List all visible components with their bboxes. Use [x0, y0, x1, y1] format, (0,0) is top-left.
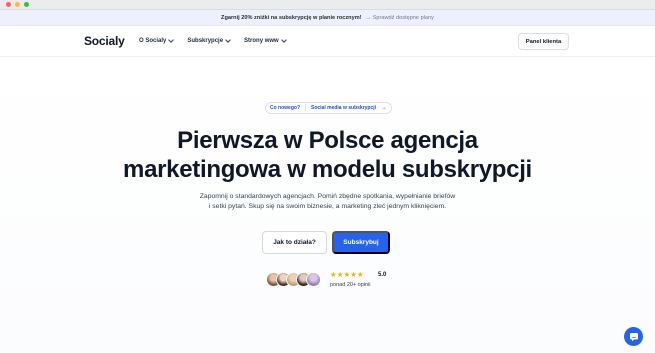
rating-value: 5.0 — [378, 272, 387, 278]
close-window-icon[interactable] — [6, 2, 11, 7]
menu-item-subskrypcje[interactable]: Subskrypcje — [187, 37, 231, 44]
description-line-2: i setki pytań. Skup się na swoim biznesi… — [208, 203, 447, 210]
logo[interactable]: Socialy — [84, 34, 125, 48]
chevron-down-icon — [280, 37, 287, 43]
headline-line-2: marketingowa w modelu subskrypcji — [123, 156, 532, 183]
how-it-works-button[interactable]: Jak to działa? — [262, 231, 327, 254]
page-title: Pierwsza w Polsce agencja marketingowa w… — [0, 126, 655, 184]
minimize-window-icon[interactable] — [15, 2, 20, 7]
menu-item-label: O Socialy — [139, 38, 167, 44]
pill-divider — [305, 104, 306, 112]
avatar — [306, 272, 321, 287]
chat-widget-button[interactable] — [624, 327, 643, 346]
whats-new-tag: Co nowego? — [270, 105, 300, 111]
whats-new-pill[interactable]: Co nowego? Social media w subskrypcji → — [265, 102, 393, 114]
client-panel-button[interactable]: Panel klienta — [518, 33, 569, 50]
description-line-1: Zapomnij o standardowych agencjach. Pomi… — [199, 193, 456, 200]
maximize-window-icon[interactable] — [24, 2, 29, 7]
main-menu: O Socialy Subskrypcje Strony www — [139, 37, 287, 44]
star-rating-icons: ★★★★★ — [330, 270, 364, 279]
customer-avatars — [266, 272, 326, 288]
promo-plans-link[interactable]: → Sprawdź dostępne plany — [366, 15, 434, 21]
browser-window-bar — [0, 0, 655, 10]
arrow-right-icon: → — [381, 105, 388, 111]
whats-new-link: Social media w subskrypcji — [311, 105, 377, 111]
chat-bubble-icon — [629, 332, 638, 341]
menu-item-label: Subskrypcje — [187, 38, 224, 44]
menu-item-o-socialy[interactable]: O Socialy — [139, 37, 175, 44]
promo-banner: Zgarnij 20% zniżki na subskrypcję w plan… — [0, 10, 655, 26]
top-navigation: Socialy O Socialy Subskrypcje Strony www… — [0, 27, 655, 57]
menu-item-label: Strony www — [244, 38, 279, 44]
promo-text: Zgarnij 20% zniżki na subskrypcję w plan… — [221, 14, 362, 21]
reviews-count: ponad 20+ opinii — [330, 282, 371, 288]
chevron-down-icon — [168, 37, 175, 43]
chevron-down-icon — [225, 37, 231, 43]
subscribe-button[interactable]: Subskrybuj — [332, 231, 390, 254]
menu-item-strony-www[interactable]: Strony www — [244, 37, 287, 44]
hero-description: Zapomnij o standardowych agencjach. Pomi… — [0, 192, 655, 212]
headline-line-1: Pierwsza w Polsce agencja — [177, 127, 478, 154]
